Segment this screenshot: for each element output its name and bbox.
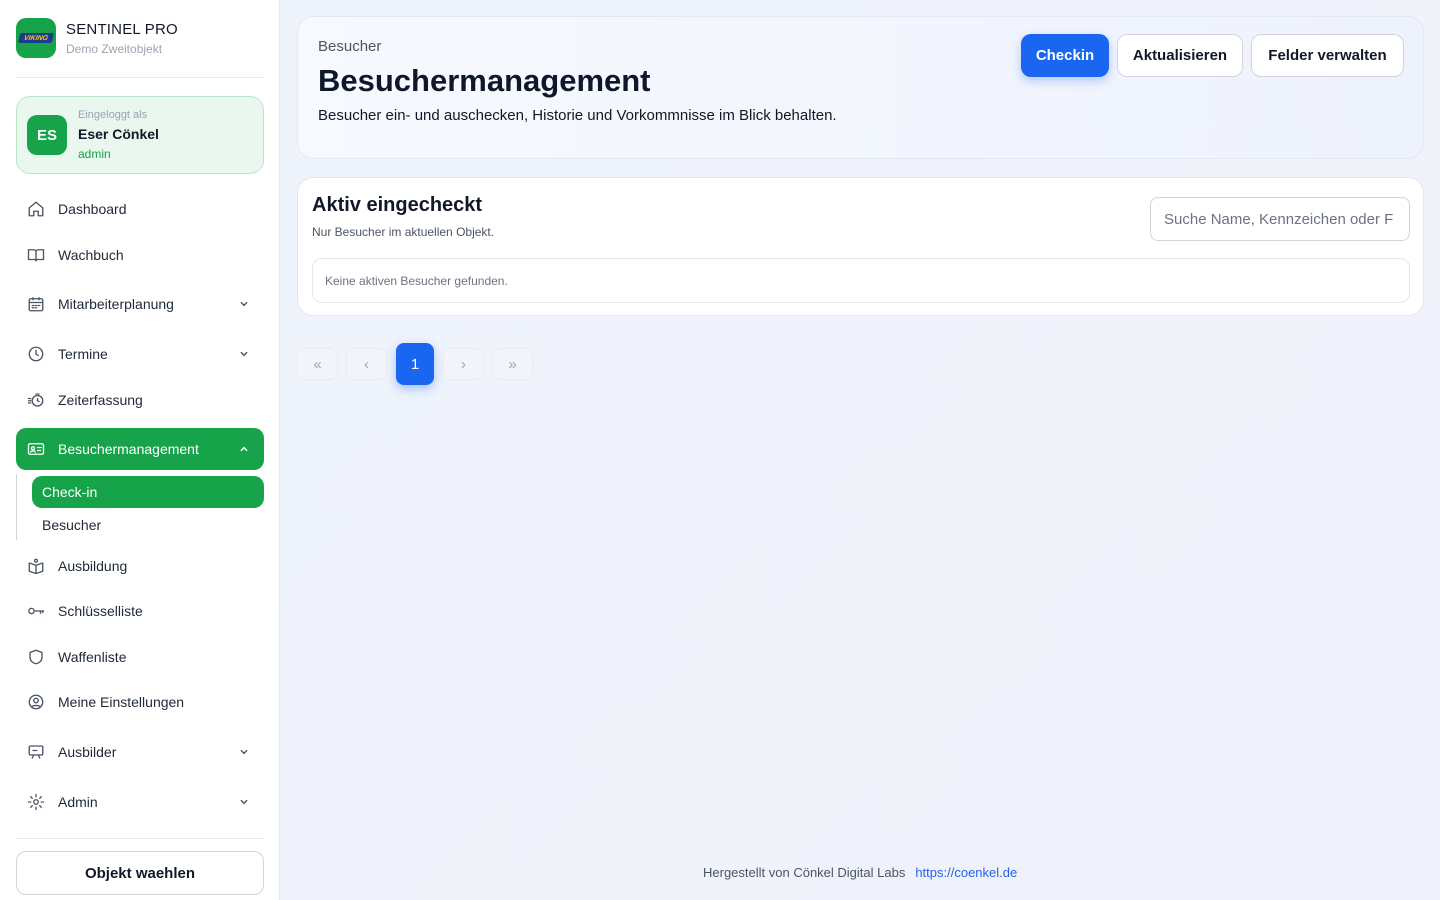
brand-subtitle: Demo Zweitobjekt bbox=[66, 41, 163, 56]
submenu-line bbox=[16, 474, 17, 540]
manage-fields-button[interactable]: Felder verwalten bbox=[1251, 34, 1404, 77]
chevron-down-icon[interactable] bbox=[236, 794, 252, 810]
refresh-button[interactable]: Aktualisieren bbox=[1117, 34, 1243, 77]
clock-icon bbox=[26, 344, 46, 364]
sidebar-item-label: Meine Einstellungen bbox=[58, 694, 185, 710]
sidebar-item-label: Ausbildung bbox=[58, 558, 128, 574]
chevron-down-icon[interactable] bbox=[236, 296, 252, 312]
main-content: Besucher Besuchermanagement Besucher ein… bbox=[281, 0, 1440, 900]
sidebar-item-label: Waffenliste bbox=[58, 649, 127, 665]
prev-page-button[interactable]: ‹ bbox=[346, 348, 387, 380]
sidebar-item-mitarbeiterplanung[interactable]: Mitarbeiterplanung bbox=[16, 283, 264, 325]
sidebar-item-label: Wachbuch bbox=[58, 247, 124, 263]
user-role: admin bbox=[78, 147, 111, 161]
sidebar-item-admin[interactable]: Admin bbox=[16, 781, 264, 823]
sidebar-item-besuchermanagement[interactable]: Besuchermanagement bbox=[16, 428, 264, 470]
user-circle-icon bbox=[26, 692, 46, 712]
sidebar-item-label: Schlüsselliste bbox=[58, 603, 143, 619]
home-icon bbox=[26, 199, 46, 219]
brand-title: SENTINEL PRO bbox=[66, 20, 178, 38]
active-visitors-card: Aktiv eingecheckt Nur Besucher im aktuel… bbox=[297, 177, 1424, 316]
sidebar-subitem-checkin[interactable]: Check-in bbox=[32, 476, 264, 508]
sidebar-item-dashboard[interactable]: Dashboard bbox=[16, 188, 264, 230]
avatar: ES bbox=[27, 115, 67, 155]
sidebar-item-label: Termine bbox=[58, 346, 108, 362]
brand-logo: VIKING bbox=[16, 18, 56, 58]
first-page-button[interactable]: « bbox=[297, 348, 338, 380]
breadcrumb[interactable]: Besucher bbox=[318, 38, 381, 55]
select-object-button[interactable]: Objekt waehlen bbox=[16, 851, 264, 895]
sidebar-item-label: Mitarbeiterplanung bbox=[58, 296, 174, 312]
sidebar-item-termine[interactable]: Termine bbox=[16, 333, 264, 375]
sidebar-item-zeiterfassung[interactable]: Zeiterfassung bbox=[16, 379, 264, 421]
sidebar-item-waffenliste[interactable]: Waffenliste bbox=[16, 636, 264, 678]
sidebar-item-ausbilder[interactable]: Ausbilder bbox=[16, 731, 264, 773]
section-subtitle: Nur Besucher im aktuellen Objekt. bbox=[312, 225, 495, 239]
page-title: Besuchermanagement bbox=[318, 63, 651, 98]
brand-logo-text: VIKING bbox=[17, 33, 55, 43]
stopwatch-icon bbox=[26, 390, 46, 410]
sidebar-item-label: Zeiterfassung bbox=[58, 392, 143, 408]
footer: Hergestellt von Cönkel Digital Labs http… bbox=[703, 865, 1017, 880]
search-input[interactable] bbox=[1150, 197, 1410, 241]
sidebar: VIKING SENTINEL PRO Demo Zweitobjekt ES … bbox=[0, 0, 280, 900]
sidebar-divider bbox=[16, 838, 264, 839]
calendar-icon bbox=[26, 294, 46, 314]
brand[interactable]: VIKING SENTINEL PRO Demo Zweitobjekt bbox=[16, 18, 178, 58]
sidebar-item-schluesselliste[interactable]: Schlüsselliste bbox=[16, 590, 264, 632]
chevron-up-icon[interactable] bbox=[236, 441, 252, 457]
sidebar-item-label: Dashboard bbox=[58, 201, 127, 217]
presentation-icon bbox=[26, 742, 46, 762]
sidebar-divider bbox=[16, 77, 264, 78]
sidebar-item-label: Admin bbox=[58, 794, 98, 810]
user-name: Eser Cönkel bbox=[78, 126, 159, 142]
checkin-button[interactable]: Checkin bbox=[1021, 34, 1109, 77]
empty-state: Keine aktiven Besucher gefunden. bbox=[312, 258, 1410, 303]
page-header: Besucher Besuchermanagement Besucher ein… bbox=[297, 16, 1424, 159]
next-page-button[interactable]: › bbox=[443, 348, 484, 380]
user-caption: Eingeloggt als bbox=[78, 109, 148, 121]
sidebar-item-einstellungen[interactable]: Meine Einstellungen bbox=[16, 681, 264, 723]
book-icon bbox=[26, 245, 46, 265]
footer-link[interactable]: https://coenkel.de bbox=[915, 865, 1017, 880]
sidebar-item-ausbildung[interactable]: Ausbildung bbox=[16, 545, 264, 587]
id-card-icon bbox=[26, 439, 46, 459]
section-title: Aktiv eingecheckt bbox=[312, 194, 483, 216]
last-page-button[interactable]: » bbox=[492, 348, 533, 380]
sidebar-item-wachbuch[interactable]: Wachbuch bbox=[16, 234, 264, 276]
shield-icon bbox=[26, 647, 46, 667]
key-icon bbox=[26, 601, 46, 621]
user-card: ES Eingeloggt als Eser Cönkel admin bbox=[16, 96, 264, 174]
sidebar-item-label: Ausbilder bbox=[58, 744, 117, 760]
chevron-down-icon[interactable] bbox=[236, 346, 252, 362]
chevron-down-icon[interactable] bbox=[236, 744, 252, 760]
sidebar-subitem-besucher[interactable]: Besucher bbox=[32, 509, 264, 541]
page-description: Besucher ein- und auschecken, Historie u… bbox=[318, 107, 837, 124]
sidebar-item-label: Besuchermanagement bbox=[58, 441, 199, 457]
gear-icon bbox=[26, 792, 46, 812]
book-open-icon bbox=[26, 556, 46, 576]
page-button-current[interactable]: 1 bbox=[396, 343, 434, 385]
footer-credit: Hergestellt von Cönkel Digital Labs bbox=[703, 865, 906, 880]
